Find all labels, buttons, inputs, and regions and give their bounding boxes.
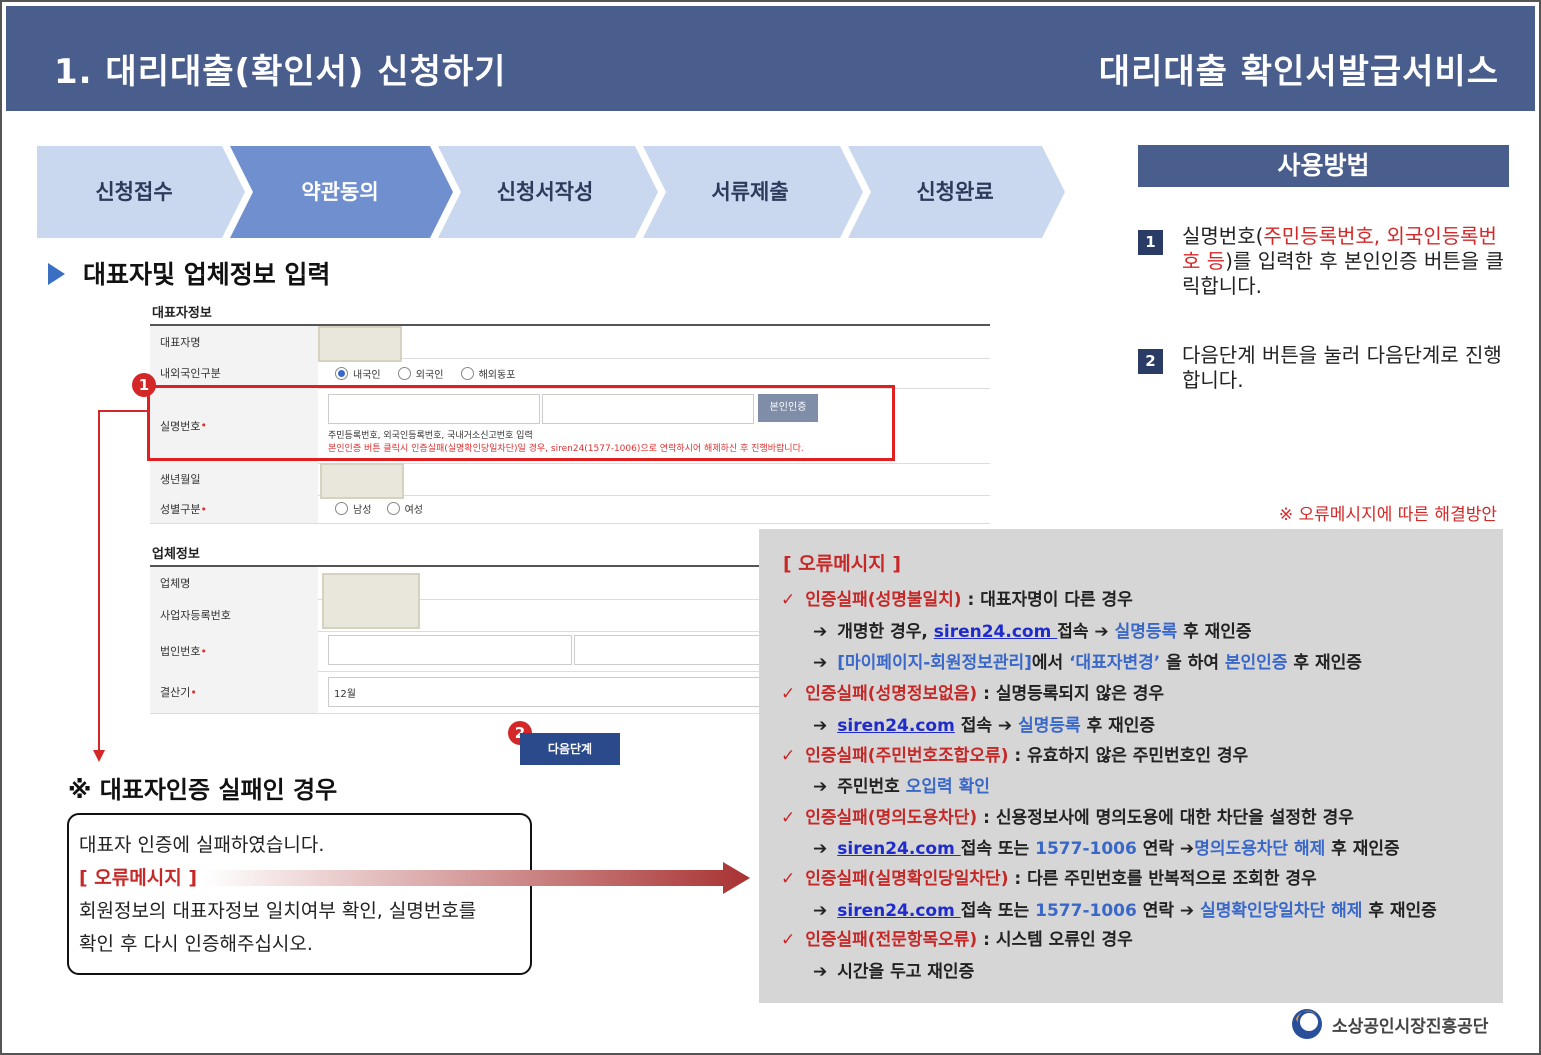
step-1-label: 신청접수 bbox=[95, 180, 173, 204]
arrow-right-icon: ➔ bbox=[813, 901, 828, 921]
error-sub-line: ➔ 주민번호 오입력 확인 bbox=[813, 777, 990, 797]
step-2-label: 약관동의 bbox=[301, 180, 379, 204]
biz-no-row: 사업자등록번호 bbox=[150, 599, 760, 632]
radio-overseas[interactable] bbox=[460, 367, 474, 380]
rep-name-field[interactable] bbox=[318, 326, 402, 362]
corp-no-input-2[interactable] bbox=[574, 635, 761, 665]
fiscal-select[interactable]: 12월 bbox=[328, 677, 761, 707]
arrow-right-icon: ➔ bbox=[813, 777, 828, 797]
company-readonly-field[interactable] bbox=[322, 573, 420, 629]
error-sub-line: ➔ 시간을 두고 재인증 bbox=[813, 962, 975, 982]
corp-no-row: 법인번호 • bbox=[150, 631, 761, 672]
organization-logo: 소상공인시장진흥공단 bbox=[1290, 1003, 1510, 1043]
rep-name-row: 대표자명 bbox=[150, 326, 990, 362]
arrow-right-icon: ➔ bbox=[813, 839, 828, 859]
page-title: 1. 대리대출(확인서) 신청하기 bbox=[54, 52, 507, 92]
error-panel-head: [ 오류메시지 ] bbox=[783, 553, 901, 575]
error-item-id-combination: ✓ 인증실패(주민번호조합오류) : 유효하지 않은 주민번호인 경우 bbox=[781, 746, 1249, 766]
radio-domestic[interactable] bbox=[335, 367, 348, 380]
check-icon: ✓ bbox=[781, 590, 796, 610]
error-item-no-name-info: ✓ 인증실패(성명정보없음) : 실명등록되지 않은 경우 bbox=[781, 684, 1165, 704]
section-title: 대표자및 업체정보 입력 bbox=[48, 255, 330, 291]
error-sub-line: ➔ siren24.com 접속 또는 1577-1006 연락 ➔ 실명확인당일… bbox=[813, 901, 1437, 921]
error-item-daily-block: ✓ 인증실패(실명확인당일차단) : 다른 주민번호를 반복적으로 조회한 경우 bbox=[781, 869, 1317, 889]
fail-message-box: 대표자 인증에 실패하였습니다. [ 오류메시지 ] 회원정보의 대표자정보 일… bbox=[67, 813, 532, 975]
radio-foreigner[interactable] bbox=[397, 367, 411, 380]
error-item-identity-block: ✓ 인증실패(명의도용차단) : 신용정보사에 명의도용에 대한 차단을 설정한 … bbox=[781, 808, 1354, 828]
solution-note: ※ 오류메시지에 따른 해결방안 bbox=[1278, 505, 1497, 525]
arrow-right-icon: ➔ bbox=[813, 716, 828, 736]
check-icon: ✓ bbox=[781, 684, 796, 704]
error-sub-line: ➔ siren24.com 접속 또는 1577-1006 연락 ➔명의도용차단 … bbox=[813, 839, 1400, 859]
next-step-button[interactable]: 다음단계 bbox=[520, 733, 620, 765]
error-item-system: ✓ 인증실패(전문항목오류) : 시스템 오류인 경우 bbox=[781, 930, 1133, 950]
usage-step-2: 2 다음단계 버튼을 눌러 다음단계로 진행합니다. bbox=[1138, 343, 1509, 398]
step-number-badge: 2 bbox=[1138, 349, 1163, 374]
triangle-bullet-icon bbox=[48, 263, 65, 285]
error-item-name-mismatch: ✓ 인증실패(성명불일치) : 대표자명이 다른 경우 bbox=[781, 590, 1133, 610]
check-icon: ✓ bbox=[781, 869, 796, 889]
gender-row: 성별구분 • 남성 여성 bbox=[150, 495, 990, 524]
fail-case-title: ※ 대표자인증 실패인 경우 bbox=[68, 776, 338, 804]
company-name-row: 업체명 bbox=[150, 567, 760, 600]
fiscal-row: 결산기 • 12월 bbox=[150, 671, 761, 714]
arrow-right-icon: ➔ bbox=[813, 622, 828, 642]
step-5-label: 신청완료 bbox=[916, 180, 994, 204]
step-4-label: 서류제출 bbox=[711, 180, 789, 204]
check-icon: ✓ bbox=[781, 930, 796, 950]
birth-row: 생년월일 bbox=[150, 463, 990, 499]
check-icon: ✓ bbox=[781, 808, 796, 828]
error-sub-line: ➔ 개명한 경우, siren24.com 접속 ➔ 실명등록 후 재인증 bbox=[813, 622, 1252, 642]
service-title: 대리대출 확인서발급서비스 bbox=[1098, 52, 1499, 92]
arrow-right-icon: ➔ bbox=[813, 962, 828, 982]
usage-title: 사용방법 bbox=[1138, 145, 1509, 187]
connector-line-h bbox=[99, 410, 149, 412]
page-header: 1. 대리대출(확인서) 신청하기 대리대출 확인서발급서비스 bbox=[6, 6, 1535, 111]
logo-icon bbox=[1292, 1009, 1322, 1039]
radio-male[interactable] bbox=[335, 502, 348, 515]
usage-step-1: 1 실명번호(주민등록번호, 외국인등록번호 등)를 입력한 후 본인인증 버튼… bbox=[1138, 224, 1509, 304]
corp-no-input-1[interactable] bbox=[328, 635, 572, 665]
step-3-label: 신청서작성 bbox=[496, 180, 594, 204]
gradient-arrow-icon bbox=[205, 862, 750, 894]
id-highlight-box bbox=[147, 385, 895, 461]
birth-field[interactable] bbox=[320, 463, 404, 499]
error-sub-line: ➔ [마이페이지-회원정보관리]에서 ‘대표자변경’ 을 하여 본인인증 후 재인… bbox=[813, 653, 1362, 673]
connector-line-v bbox=[98, 410, 100, 752]
error-sub-line: ➔ siren24.com 접속 ➔ 실명등록 후 재인증 bbox=[813, 716, 1156, 736]
company-group-title: 업체정보 bbox=[152, 547, 200, 562]
step-number-badge: 1 bbox=[1138, 230, 1163, 255]
arrow-right-icon: ➔ bbox=[813, 653, 828, 673]
rep-group-title: 대표자정보 bbox=[152, 306, 212, 321]
marker-1: 1 bbox=[132, 373, 156, 397]
radio-female[interactable] bbox=[386, 502, 400, 515]
arrow-down-icon bbox=[93, 750, 105, 762]
error-message-panel: [ 오류메시지 ] ✓ 인증실패(성명불일치) : 대표자명이 다른 경우 ➔ 개명… bbox=[759, 529, 1503, 1003]
check-icon: ✓ bbox=[781, 746, 796, 766]
